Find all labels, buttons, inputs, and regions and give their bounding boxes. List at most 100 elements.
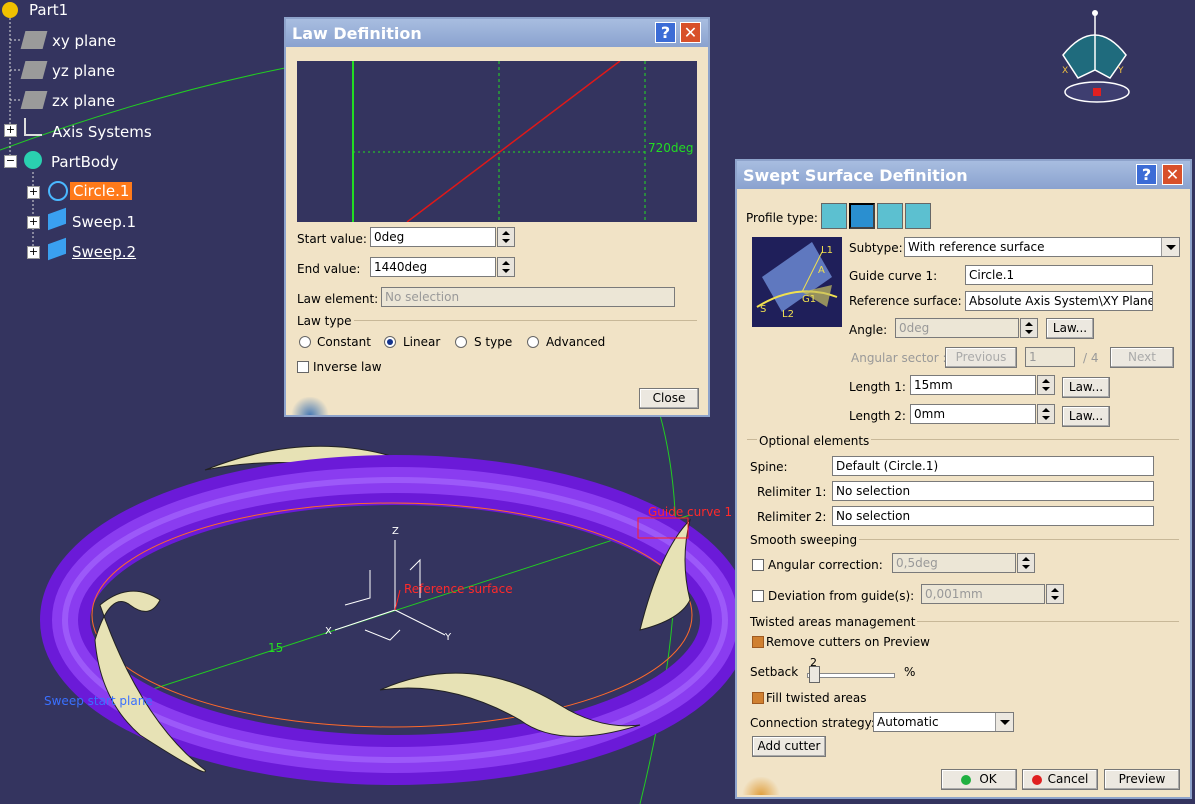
law-element-input[interactable]: No selection — [381, 287, 675, 307]
deviation-checkbox[interactable] — [752, 590, 764, 602]
profile-explicit-icon[interactable] — [905, 203, 931, 229]
help-icon[interactable]: ? — [655, 22, 676, 43]
axis-y-label: Y — [445, 632, 452, 643]
end-value-label: End value: — [297, 262, 361, 276]
tree-root-part1[interactable]: Part1 — [29, 1, 68, 19]
tree-item-xy-plane[interactable]: xy plane — [52, 32, 116, 50]
spine-input[interactable]: Default (Circle.1) — [832, 456, 1154, 476]
expand-icon[interactable]: + — [27, 216, 40, 229]
connection-strategy-label: Connection strategy: — [750, 716, 875, 730]
ok-label: OK — [979, 772, 997, 786]
spine-label: Spine: — [750, 460, 788, 474]
close-icon[interactable]: ✕ — [680, 22, 701, 43]
radio-s-type[interactable] — [455, 336, 467, 348]
tree-item-sweep2[interactable]: Sweep.2 — [72, 243, 136, 261]
relimiter1-input[interactable]: No selection — [832, 481, 1154, 501]
length2-spinner[interactable] — [1037, 404, 1055, 424]
twisted-areas-label: Twisted areas management — [750, 615, 916, 629]
collapse-icon[interactable]: − — [4, 155, 17, 168]
close-icon[interactable]: ✕ — [1162, 164, 1183, 185]
guide-curve-label: Guide curve 1: — [849, 269, 938, 283]
twisted-separator — [917, 621, 1179, 622]
length1-law-button[interactable]: Law... — [1062, 377, 1110, 398]
law-element-label: Law element: — [297, 292, 379, 306]
preview-button[interactable]: Preview — [1104, 769, 1180, 790]
expand-icon[interactable]: + — [27, 246, 40, 259]
add-cutter-button[interactable]: Add cutter — [752, 736, 826, 757]
relimiter2-input[interactable]: No selection — [832, 506, 1154, 526]
tree-item-sweep1[interactable]: Sweep.1 — [72, 213, 136, 231]
fill-twisted-label: Fill twisted areas — [766, 691, 867, 705]
circle-icon — [48, 181, 68, 201]
subtype-select[interactable]: With reference surface — [904, 237, 1180, 257]
start-value-input[interactable]: 0deg — [370, 227, 496, 247]
ok-icon — [961, 774, 972, 785]
expand-icon[interactable]: + — [4, 124, 17, 137]
profile-circle-icon[interactable] — [849, 203, 875, 229]
tree-item-zx-plane[interactable]: zx plane — [52, 92, 115, 110]
subtype-diagram: L1 A G1 S L2 — [752, 237, 842, 327]
ok-button[interactable]: OK — [941, 769, 1017, 790]
diagram-s-label: S — [760, 304, 767, 315]
relimiter1-label: Relimiter 1: — [757, 485, 827, 499]
angle-input[interactable]: 0deg — [895, 318, 1019, 338]
cancel-button[interactable]: Cancel — [1022, 769, 1098, 790]
reference-surface-input[interactable]: Absolute Axis System\XY Plane — [965, 291, 1153, 311]
tree-item-yz-plane[interactable]: yz plane — [52, 62, 115, 80]
expand-icon[interactable]: + — [27, 186, 40, 199]
length2-law-button[interactable]: Law... — [1062, 406, 1110, 427]
setback-slider-track[interactable] — [807, 673, 895, 678]
angular-correction-label: Angular correction: — [768, 558, 883, 572]
swept-dialog-titlebar[interactable]: Swept Surface Definition ? ✕ — [737, 161, 1190, 189]
linear-label: Linear — [403, 335, 441, 349]
end-value-spinner[interactable] — [497, 257, 515, 277]
angular-correction-input[interactable]: 0,5deg — [892, 553, 1016, 573]
deviation-input[interactable]: 0,001mm — [921, 584, 1045, 604]
profile-conic-icon[interactable] — [877, 203, 903, 229]
start-value-spinner[interactable] — [497, 227, 515, 247]
sector-input[interactable]: 1 — [1025, 347, 1075, 367]
deviation-spinner[interactable] — [1046, 584, 1064, 604]
previous-button[interactable]: Previous — [945, 347, 1017, 368]
remove-cutters-checkbox[interactable] — [752, 636, 764, 648]
connection-dropdown-icon[interactable] — [995, 713, 1013, 731]
length1-spinner[interactable] — [1037, 375, 1055, 395]
axis-system-icon — [24, 118, 42, 136]
angular-correction-spinner[interactable] — [1017, 553, 1035, 573]
angular-correction-checkbox[interactable] — [752, 559, 764, 571]
angle-law-button[interactable]: Law... — [1046, 318, 1094, 339]
s-type-label: S type — [474, 335, 513, 349]
relimiter2-label: Relimiter 2: — [757, 510, 827, 524]
connection-strategy-select[interactable]: Automatic — [873, 712, 1014, 732]
length1-input[interactable]: 15mm — [910, 375, 1036, 395]
law-dialog-titlebar[interactable]: Law Definition ? ✕ — [286, 19, 708, 47]
tree-item-axis-systems[interactable]: Axis Systems — [52, 123, 152, 141]
length-value-label: 15 — [268, 641, 284, 655]
catia-logo-icon — [741, 777, 781, 795]
tree-item-partbody[interactable]: PartBody — [51, 153, 118, 171]
radio-constant[interactable] — [299, 336, 311, 348]
optional-elements-label: Optional elements — [757, 434, 872, 448]
guide-curve-input[interactable]: Circle.1 — [965, 265, 1153, 285]
angle-spinner[interactable] — [1020, 318, 1038, 338]
close-button[interactable]: Close — [639, 388, 699, 409]
part-icon[interactable] — [2, 2, 18, 18]
axis-z-label: Z — [392, 526, 399, 537]
guide-curve-label: Guide curve 1 — [648, 505, 733, 519]
end-value-input[interactable]: 1440deg — [370, 257, 496, 277]
law-definition-dialog: Law Definition ? ✕ 720deg Start value: 0… — [284, 17, 710, 417]
radio-advanced[interactable] — [527, 336, 539, 348]
inverse-law-checkbox[interactable] — [297, 361, 309, 373]
help-icon[interactable]: ? — [1136, 164, 1157, 185]
profile-line-icon[interactable] — [821, 203, 847, 229]
smooth-separator — [859, 539, 1179, 540]
diagram-g1-label: G1 — [802, 294, 817, 305]
tree-item-circle1[interactable]: Circle.1 — [70, 182, 133, 200]
length2-input[interactable]: 0mm — [910, 404, 1036, 424]
next-button[interactable]: Next — [1110, 347, 1174, 368]
radio-linear[interactable] — [384, 336, 396, 348]
fill-twisted-checkbox[interactable] — [752, 692, 764, 704]
setback-slider-handle[interactable] — [809, 666, 820, 683]
sweep-start-plane-label: Sweep start plane — [44, 694, 153, 708]
subtype-dropdown-icon[interactable] — [1161, 238, 1179, 256]
